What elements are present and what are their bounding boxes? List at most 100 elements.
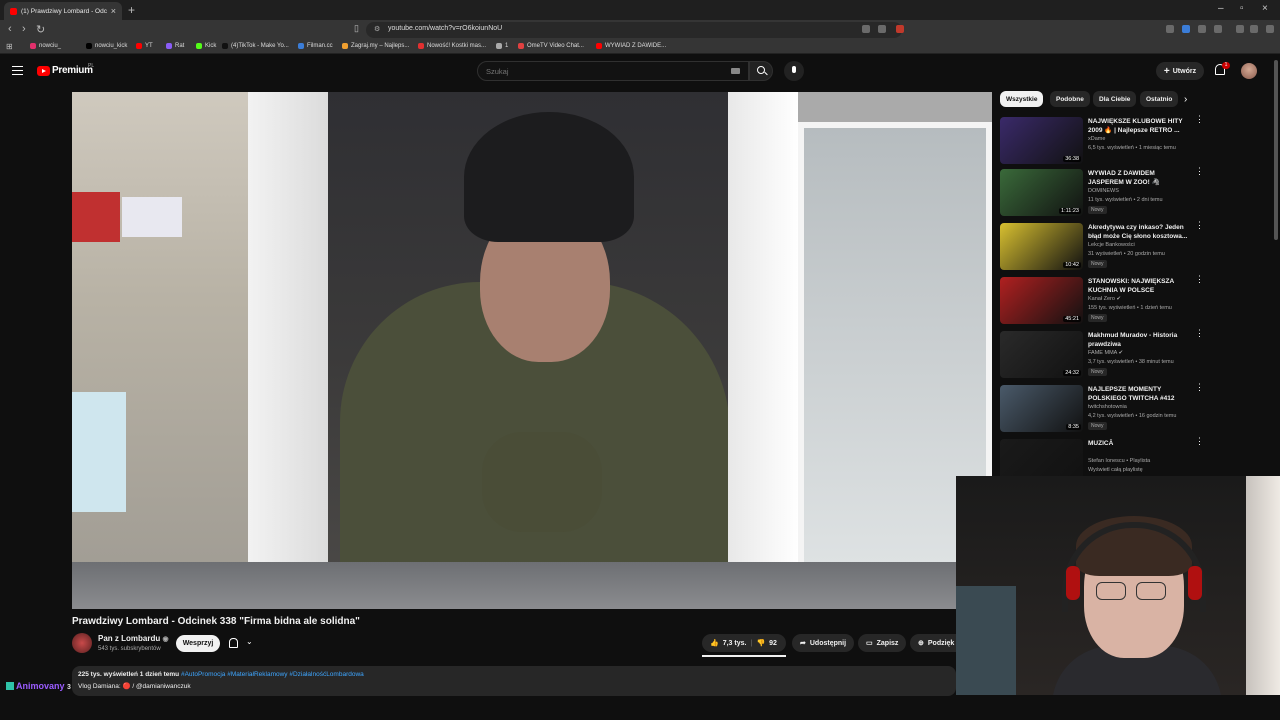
extension-icon[interactable] [896,25,904,33]
hashtags[interactable]: #AutoPromocja #MateriałReklamowy #Działa… [181,671,364,678]
recommended-channel[interactable]: xDame [1088,136,1105,142]
profile-icon[interactable] [1250,25,1258,33]
menu-dots-icon[interactable] [1266,25,1274,33]
reload-icon[interactable]: ↻ [36,23,45,36]
search-box[interactable] [477,61,749,81]
recommended-video[interactable]: 1:11:23 WYWIAD Z DAWIDEM JASPEREM W ZOO! … [1000,167,1210,221]
extension-icon[interactable] [1198,25,1206,33]
apps-grid-icon[interactable]: ⊞ [6,42,13,51]
recommended-title[interactable]: NAJWIĘKSZE KLUBOWE HITY 2009 🔥 | Najleps… [1088,117,1192,135]
menu-icon[interactable] [12,66,23,75]
recommended-video[interactable]: 8:35 NAJLEPSZE MOMENTY POLSKIEGO TWITCHA … [1000,383,1210,437]
maximize-icon[interactable]: ▫ [1240,3,1244,14]
bookmark-item[interactable]: Zagraj.my – Najleps... [342,43,409,49]
search-input[interactable] [486,65,726,77]
site-info-icon[interactable]: ⚙ [374,25,380,33]
search-button[interactable] [749,61,773,81]
chip-filter[interactable]: Ostatnio [1140,91,1179,107]
chevron-down-icon[interactable]: ⌄ [246,637,253,646]
thanks-button[interactable]: ⊕ Podzięk [910,634,956,652]
thumbs-down-icon[interactable]: 👎 [756,639,765,647]
channel-avatar[interactable] [72,633,92,653]
chip-filter[interactable]: Dla Ciebie [1093,91,1137,107]
browser-tab[interactable]: (1) Prawdziwy Lombard - Odc... × [4,2,122,20]
recommended-video[interactable]: 10:42 Akredytywa czy inkaso? Jeden błąd m… [1000,221,1210,275]
chip-filter[interactable]: Wszystkie [1000,91,1044,107]
video-thumbnail[interactable]: 8:35 [1000,385,1083,432]
bookmark-item[interactable]: (4)TikTok - Make Yo... [222,43,289,49]
recommended-title[interactable]: Akredytywa czy inkaso? Jeden błąd może C… [1088,223,1192,241]
recommended-channel[interactable]: DOMINEWS [1088,188,1119,194]
more-options-icon[interactable]: ⋮ [1195,115,1204,124]
recommended-title[interactable]: NAJLEPSZE MOMENTY POLSKIEGO TWITCHA #412 [1088,385,1192,403]
recommended-channel[interactable]: Kanał Zero ✔ [1088,296,1121,302]
recommended-video[interactable]: 24:32 Makhmud Muradov - Historia prawdziw… [1000,329,1210,383]
voice-search-icon[interactable] [784,61,804,81]
chip-filter[interactable]: Podobne [1050,91,1090,107]
bookmark-icon[interactable]: ▯ [354,23,359,34]
video-player[interactable] [72,92,992,609]
create-button[interactable]: + Utwórz [1156,62,1204,80]
close-window-icon[interactable]: × [1262,3,1268,14]
recommended-title[interactable]: Makhmud Muradov - Historia prawdziwa [1088,331,1192,349]
more-options-icon[interactable]: ⋮ [1195,437,1204,446]
description-line[interactable]: Vlog Damiana: 🔴 / @damianiwanczuk [78,682,191,690]
recommended-title[interactable]: WYWIAD Z DAWIDEM JASPEREM W ZOO! 🦓 [1088,169,1192,187]
recommended-channel[interactable]: Stefan Ionescu • Playlista [1088,458,1150,464]
extension-icon[interactable] [1166,25,1174,33]
address-bar[interactable]: ⚙ youtube.com/watch?v=rO6koiunNoU [366,22,902,38]
like-count[interactable]: 7,3 tys. [723,640,747,647]
video-thumbnail[interactable]: 1:11:23 [1000,169,1083,216]
extension-icon[interactable] [1214,25,1222,33]
page-scrollbar[interactable] [1274,60,1278,240]
minimize-icon[interactable]: – [1218,3,1224,14]
channel-name[interactable]: Pan z Lombardu ◉ [98,634,169,643]
bookmark-item[interactable]: Filman.cc [298,43,333,49]
forward-icon[interactable]: › [22,23,26,35]
save-button[interactable]: ▭ Zapisz [858,634,907,652]
bookmark-item[interactable]: Kick [196,43,216,49]
extension-icon[interactable] [1182,25,1190,33]
dislike-count[interactable]: 92 [769,640,777,647]
thumbs-up-icon[interactable]: 👍 [710,639,719,647]
bookmark-item[interactable]: Nowość! Kostki mas... [418,43,486,49]
recommended-title[interactable]: STANOWSKI: NAJWIĘKSZA KUCHNIA W POLSCE [1088,277,1192,295]
more-options-icon[interactable]: ⋮ [1195,383,1204,392]
recommended-title[interactable]: MUZICĂ [1088,439,1192,448]
bookmark-item[interactable]: 1 [496,43,508,49]
back-icon[interactable]: ‹ [8,23,12,35]
video-thumbnail[interactable]: 24:32 [1000,331,1083,378]
bookmark-item[interactable]: Rat [166,43,184,49]
logo-text[interactable]: Premium [52,65,93,76]
user-avatar[interactable] [1241,63,1257,79]
cast-icon[interactable] [862,25,870,33]
bookmark-item[interactable]: YT [136,43,153,49]
recommended-channel[interactable]: twitchshotownia [1088,404,1127,410]
subscription-bell-icon[interactable] [229,638,238,648]
support-button[interactable]: Wesprzyj [176,635,220,652]
close-tab-icon[interactable]: × [111,6,116,16]
bookmark-item[interactable]: WYWIAD Z DAWIDE... [596,43,666,49]
video-thumbnail[interactable]: 45:21 [1000,277,1083,324]
description-box[interactable]: 225 tys. wyświetleń 1 dzień temu #AutoPr… [72,666,956,696]
chevron-right-icon[interactable]: › [1184,94,1187,105]
more-options-icon[interactable]: ⋮ [1195,167,1204,176]
bookmark-item[interactable]: nowciu_ [30,43,61,49]
bookmark-item[interactable]: OmeTV Video Chat... [518,43,584,49]
bookmark-item[interactable]: nowciu_kick [86,43,127,49]
youtube-logo-icon[interactable] [37,66,50,76]
keyboard-icon[interactable] [731,68,740,74]
more-options-icon[interactable]: ⋮ [1195,275,1204,284]
more-options-icon[interactable]: ⋮ [1195,329,1204,338]
recommended-channel[interactable]: FAME MMA ✔ [1088,350,1123,356]
recommended-channel[interactable]: Lekcje Bankowości [1088,242,1135,248]
media-icon[interactable] [1236,25,1244,33]
share-page-icon[interactable] [878,25,886,33]
recommended-video[interactable]: 36:38 NAJWIĘKSZE KLUBOWE HITY 2009 🔥 | Na… [1000,115,1210,169]
more-options-icon[interactable]: ⋮ [1195,221,1204,230]
video-thumbnail[interactable]: 10:42 [1000,223,1083,270]
video-thumbnail[interactable]: 36:38 [1000,117,1083,164]
new-tab-icon[interactable]: + [128,3,135,17]
share-button[interactable]: ➦ Udostępnij [792,634,855,652]
recommended-video[interactable]: 45:21 STANOWSKI: NAJWIĘKSZA KUCHNIA W POL… [1000,275,1210,329]
